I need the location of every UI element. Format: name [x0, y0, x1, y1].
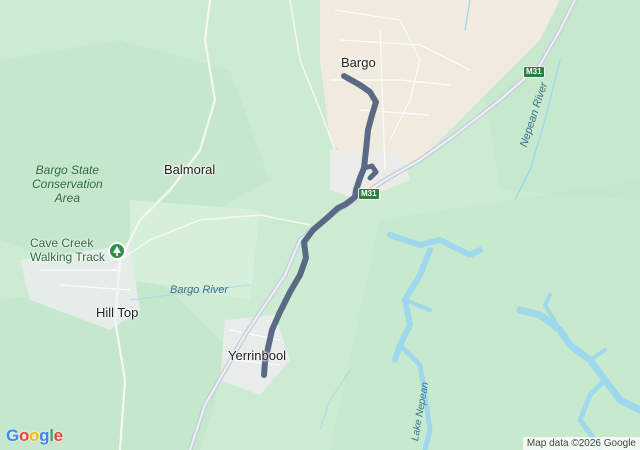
poi-label-line: Cave Creek: [30, 236, 94, 250]
tree-icon: [113, 246, 121, 256]
map-attribution[interactable]: Map data ©2026 Google: [522, 437, 640, 450]
park-label-line: Bargo State: [35, 163, 100, 177]
road-shield-m31: M31: [523, 66, 545, 78]
town-label-bargo[interactable]: Bargo: [341, 55, 376, 70]
poi-label-line: Walking Track: [30, 250, 105, 264]
hiking-trail-icon[interactable]: [108, 242, 126, 260]
map-canvas[interactable]: M31 M31 Bargo Balmoral Hill Top Yerrinbo…: [0, 0, 640, 450]
town-label-hill-top[interactable]: Hill Top: [96, 305, 138, 320]
park-label-line: Conservation: [32, 177, 103, 191]
town-label-yerrinbool[interactable]: Yerrinbool: [228, 348, 286, 363]
park-label-bargo-state-conservation-area[interactable]: Bargo State Conservation Area: [32, 163, 103, 205]
google-logo[interactable]: Google: [6, 426, 63, 446]
road-shield-m31: M31: [358, 188, 380, 200]
river-label-bargo-river: Bargo River: [170, 284, 229, 296]
park-label-line: Area: [54, 191, 81, 205]
town-label-balmoral[interactable]: Balmoral: [164, 162, 215, 177]
poi-label-cave-creek[interactable]: Cave Creek Walking Track: [30, 236, 105, 264]
